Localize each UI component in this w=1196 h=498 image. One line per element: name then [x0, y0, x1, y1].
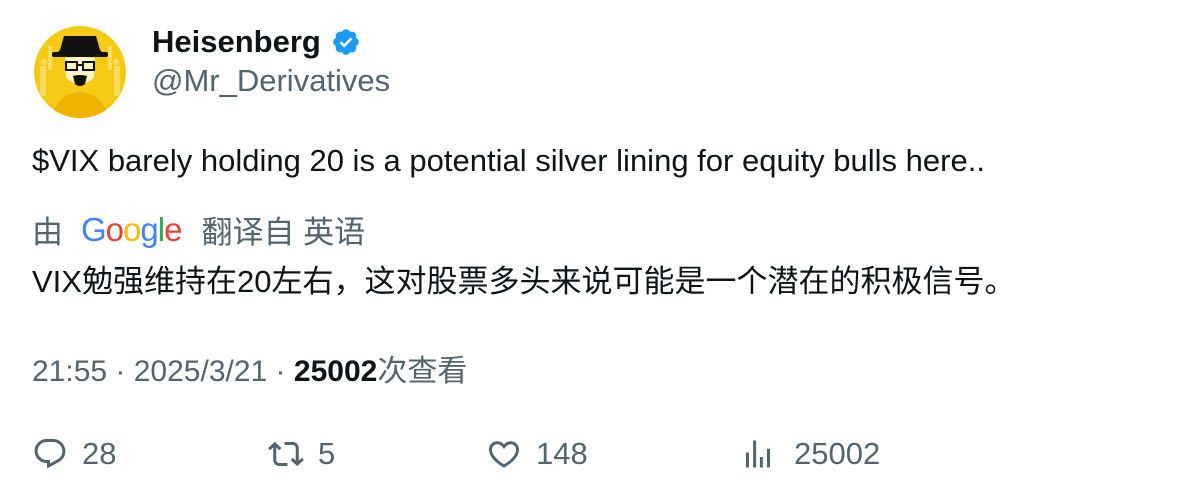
google-logo-letter: o [123, 211, 141, 248]
views-label: 次查看 [377, 355, 468, 388]
reply-button[interactable]: 28 [32, 432, 116, 476]
tweet-time[interactable]: 21:55 [32, 355, 107, 388]
views-button[interactable]: 25002 [740, 432, 880, 476]
translated-from-label: 翻译自 英语 [201, 215, 366, 250]
reply-icon [34, 439, 66, 469]
translated-by-label: 由 [32, 215, 63, 250]
like-button[interactable]: 148 [486, 432, 588, 476]
views-count: 25002 [293, 355, 378, 388]
google-logo-letter: o [105, 211, 124, 248]
reply-count: 28 [82, 436, 117, 471]
heisenberg-avatar-icon [34, 26, 126, 118]
translation-attribution[interactable]: 由 Google 翻译自 英语 [32, 207, 365, 252]
tweet-card: Heisenberg @Mr_Derivatives $VIX barely h… [0, 0, 1196, 498]
tweet-actions: 28 5 148 25002 [0, 432, 1196, 476]
retweet-button[interactable]: 5 [268, 432, 335, 476]
author-handle[interactable]: @Mr_Derivatives [152, 63, 390, 99]
views-action-count: 25002 [794, 436, 881, 471]
author-name-row: Heisenberg [152, 24, 361, 60]
verified-badge-icon[interactable] [331, 27, 361, 57]
google-logo: Google [81, 211, 182, 248]
avatar[interactable] [34, 26, 126, 118]
heart-icon [488, 441, 520, 468]
like-count: 148 [536, 436, 588, 471]
google-logo-letter: g [140, 211, 158, 248]
tweet-meta: 21:55 · 2025/3/21 · 25002次查看 [32, 346, 467, 390]
author-display-name[interactable]: Heisenberg [152, 24, 321, 60]
meta-separator: · [267, 355, 294, 388]
retweet-count: 5 [318, 436, 336, 471]
translated-tweet-text: VIX勉强维持在20左右，这对股票多头来说可能是一个潜在的积极信号。 [32, 264, 1016, 299]
tweet-date[interactable]: 2025/3/21 [134, 355, 267, 388]
tweet-text: $VIX barely holding 20 is a potential si… [32, 143, 985, 178]
google-logo-letter: G [81, 211, 107, 248]
google-logo-letter: e [164, 211, 182, 248]
analytics-bar-icon [746, 440, 770, 468]
meta-separator: · [107, 355, 134, 388]
retweet-icon [268, 441, 304, 467]
